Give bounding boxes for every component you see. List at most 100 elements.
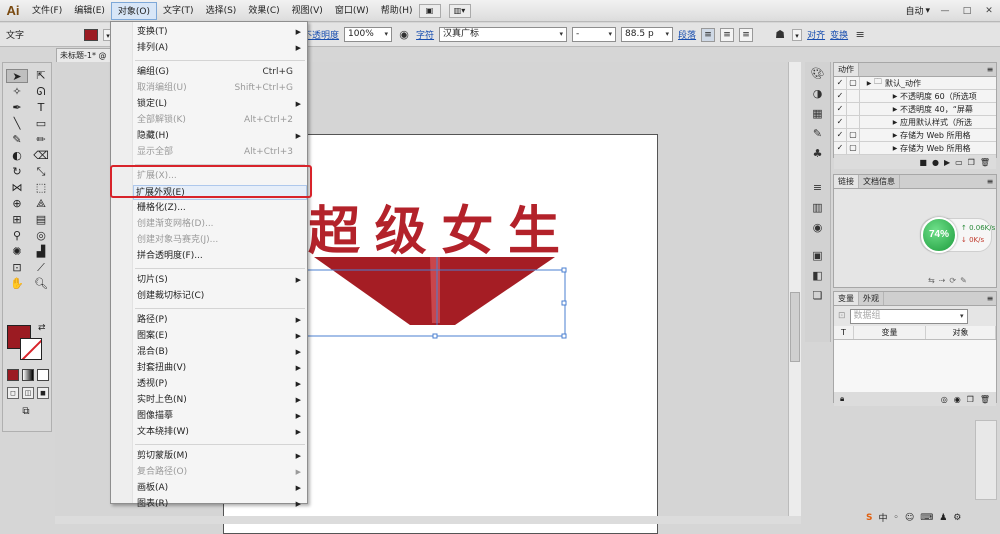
toggle-item-checkbox[interactable]: ✓ — [834, 142, 847, 154]
opacity-field[interactable]: 100% ▾ — [344, 27, 393, 42]
magic-wand-tool-icon[interactable]: ✧ — [6, 85, 28, 99]
menu-file[interactable]: 文件(F) — [26, 2, 68, 20]
edit-original-icon[interactable]: ✎ — [960, 276, 967, 285]
maximize-button[interactable]: □ — [960, 5, 974, 17]
object-menu-item[interactable]: 锁定(L) ▶ — [135, 97, 307, 112]
menu-effect[interactable]: 效果(C) — [242, 2, 285, 20]
graphic-styles-icon[interactable]: ◧ — [808, 268, 828, 284]
expand-triangle-icon[interactable]: ▶ — [864, 80, 874, 87]
object-menu-item[interactable]: 取消编组(U) Shift+Ctrl+G — [135, 81, 307, 96]
dialog-toggle-icon[interactable] — [847, 116, 860, 128]
close-button[interactable]: ✕ — [982, 5, 996, 17]
object-menu-item[interactable]: 拼合透明度(F)... — [135, 249, 307, 264]
action-row[interactable]: ✓ ▶ 不透明度 40，“屏幕 — [834, 103, 996, 116]
capture-dataset-icon[interactable]: ⊡ — [838, 311, 846, 321]
object-menu-item[interactable]: 图表(R) ▶ — [135, 497, 307, 512]
transform-link[interactable]: 变换 — [830, 28, 848, 41]
toggle-item-checkbox[interactable]: ✓ — [834, 90, 847, 102]
workspace-switcher[interactable]: 自动 ▾ — [905, 4, 930, 18]
lock-icon[interactable]: 🔒︎ — [840, 394, 844, 404]
object-menu-item[interactable]: 画板(A) ▶ — [135, 481, 307, 496]
lasso-tool-icon[interactable]: ᘏ — [30, 85, 52, 99]
object-menu-item[interactable]: 排列(A) ▶ — [135, 41, 307, 56]
stroke-icon[interactable]: ≡ — [808, 180, 828, 196]
tab-appearance[interactable]: 外观 — [859, 292, 884, 305]
selection-handle[interactable] — [432, 333, 438, 339]
relink-icon[interactable]: ⇆ — [928, 276, 935, 285]
object-menu-item[interactable]: 编组(G) Ctrl+G — [135, 65, 307, 80]
tab-document-info[interactable]: 文档信息 — [859, 175, 900, 188]
color-mode-button[interactable] — [7, 369, 19, 381]
expand-triangle-icon[interactable]: ▶ — [890, 106, 900, 113]
free-transform-tool-icon[interactable]: ⬚ — [30, 181, 52, 195]
expand-triangle-icon[interactable]: ▶ — [890, 132, 900, 139]
align-right-button[interactable]: ≡ — [739, 27, 754, 42]
goto-link-icon[interactable]: ⇢ — [939, 276, 946, 285]
font-style-field[interactable]: - ▾ — [572, 27, 617, 42]
ime-emoji-icon[interactable]: ☺ — [905, 513, 914, 523]
object-menu-item[interactable]: 全部解锁(K) Alt+Ctrl+2 — [135, 113, 307, 128]
width-tool-icon[interactable]: ⋈ — [6, 181, 28, 195]
object-menu-item[interactable]: 创建渐变网格(D)... — [135, 217, 307, 232]
tab-links[interactable]: 链接 — [834, 175, 859, 188]
artboard-tool-icon[interactable]: ⊡ — [6, 261, 28, 275]
make-content-dynamic-icon[interactable]: ◉ — [954, 395, 961, 404]
swatches-icon[interactable]: ▦ — [808, 106, 828, 122]
tab-variables[interactable]: 变量 — [834, 292, 859, 305]
align-left-button[interactable]: ≡ — [701, 27, 716, 42]
record-icon[interactable]: ● — [932, 158, 939, 167]
bridge-button[interactable]: ▣ — [418, 3, 441, 18]
column-graph-tool-icon[interactable]: ▟ — [30, 245, 52, 259]
ime-user-icon[interactable]: ♟ — [939, 513, 947, 523]
draw-inside-icon[interactable]: ◼ — [37, 387, 49, 399]
stroke-swatch[interactable] — [20, 338, 42, 360]
menu-help[interactable]: 帮助(H) — [375, 2, 419, 20]
object-menu-item[interactable]: 路径(P) ▶ — [135, 313, 307, 328]
rectangle-tool-icon[interactable]: ▭ — [30, 117, 52, 131]
none-mode-button[interactable] — [37, 369, 49, 381]
panel-menu-icon[interactable]: ≡ — [984, 175, 996, 188]
pen-tool-icon[interactable]: ✒ — [6, 101, 28, 115]
new-action-icon[interactable]: ❐ — [968, 158, 975, 167]
draw-behind-icon[interactable]: ◫ — [22, 387, 34, 399]
object-menu-item[interactable]: 剪切蒙版(M) ▶ — [135, 449, 307, 464]
toggle-item-checkbox[interactable]: ✓ — [834, 129, 847, 141]
object-menu-item[interactable]: 文本绕排(W) ▶ — [135, 425, 307, 440]
font-family-field[interactable]: 汉真广标 ▾ — [439, 27, 568, 42]
network-speed-widget[interactable]: 74% ↑ 0.06K/s ↓ 0K/s — [920, 217, 995, 253]
paintbrush-tool-icon[interactable]: ✎ — [6, 133, 28, 147]
recolor-icon[interactable]: ◉ — [397, 28, 411, 42]
blend-tool-icon[interactable]: ◎ — [30, 229, 52, 243]
dialog-toggle-icon[interactable]: ▢ — [847, 77, 860, 89]
menu-object[interactable]: 对象(O) — [110, 1, 158, 20]
character-link[interactable]: 字符 — [416, 28, 434, 41]
swap-icon[interactable]: ⇄ — [38, 323, 46, 333]
menu-window[interactable]: 窗口(W) — [329, 2, 375, 20]
vertical-scrollbar[interactable] — [788, 62, 801, 524]
gradient-icon[interactable]: ▥ — [808, 200, 828, 216]
ime-logo-icon[interactable]: S — [866, 513, 872, 523]
toggle-item-checkbox[interactable]: ✓ — [834, 77, 847, 89]
align-center-button[interactable]: ≡ — [720, 27, 735, 42]
shape-builder-tool-icon[interactable]: ⊕ — [6, 197, 28, 211]
action-row[interactable]: ✓ ▢ ▶ 存储为 Web 所用格 — [834, 129, 996, 142]
appearance-icon[interactable]: ▣ — [808, 248, 828, 264]
dialog-toggle-icon[interactable] — [847, 103, 860, 115]
object-menu-item[interactable]: 栅格化(Z)... — [135, 201, 307, 216]
font-size-field[interactable]: 88.5 p ▾ — [621, 27, 674, 42]
action-row[interactable]: ✓ ▶ 不透明度 60（所选项 — [834, 90, 996, 103]
menu-select[interactable]: 选择(S) — [200, 2, 243, 20]
object-menu-item[interactable]: 变换(T) ▶ — [135, 25, 307, 40]
update-link-icon[interactable]: ⟳ — [949, 276, 956, 285]
color-guide-icon[interactable]: 🎨︎ — [808, 66, 828, 82]
object-menu-item[interactable]: 复合路径(O) ▶ — [135, 465, 307, 480]
menu-view[interactable]: 视图(V) — [286, 2, 329, 20]
symbol-sprayer-tool-icon[interactable]: ✺ — [6, 245, 28, 259]
color-icon[interactable]: ◑ — [808, 86, 828, 102]
action-row[interactable]: ✓ ▶ 应用默认样式（所选 — [834, 116, 996, 129]
dataset-field[interactable]: 数据组 ▾ — [849, 308, 968, 324]
menu-edit[interactable]: 编辑(E) — [68, 2, 111, 20]
object-menu-item[interactable]: 图案(E) ▶ — [135, 329, 307, 344]
object-menu-item[interactable]: 混合(B) ▶ — [135, 345, 307, 360]
rotate-tool-icon[interactable]: ↻ — [6, 165, 28, 179]
